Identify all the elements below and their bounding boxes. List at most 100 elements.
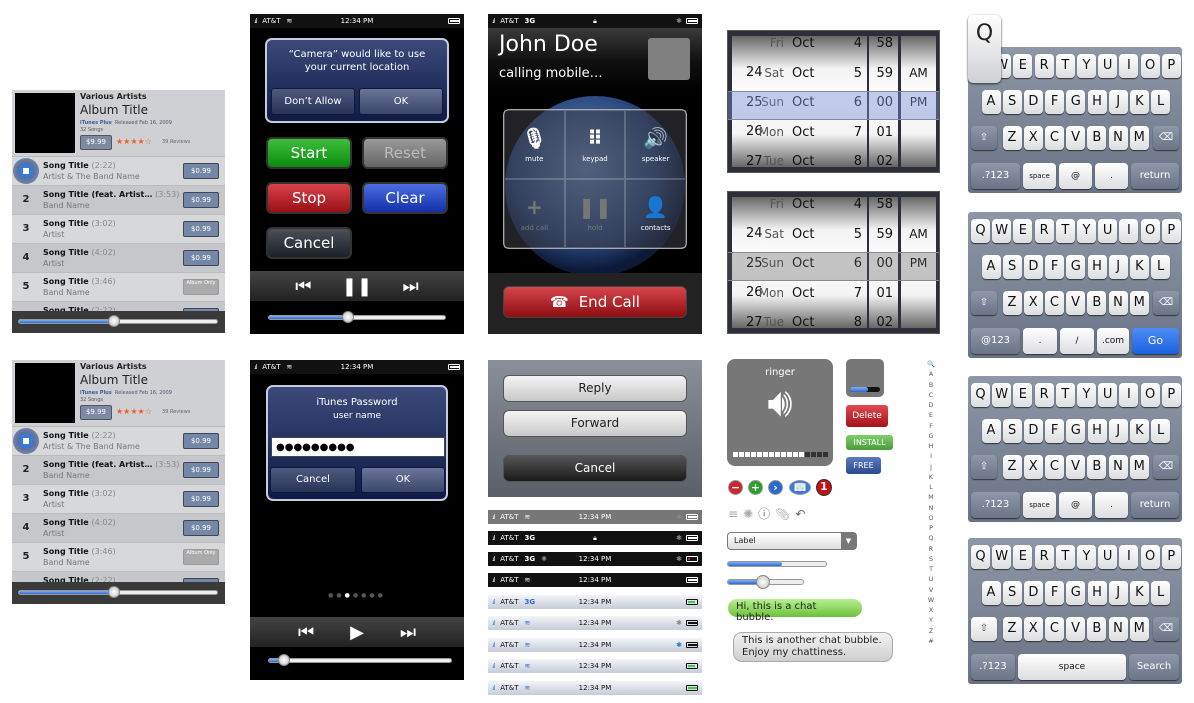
- key-123[interactable]: @123: [971, 328, 1020, 354]
- key-c[interactable]: C: [1044, 126, 1064, 150]
- key-m[interactable]: M: [1129, 617, 1149, 641]
- stop-preview-icon[interactable]: [13, 428, 39, 454]
- key-Search[interactable]: Search: [1129, 654, 1179, 680]
- key-[interactable]: @: [1059, 163, 1092, 189]
- delete-key[interactable]: ⌫: [1153, 455, 1179, 479]
- key-123[interactable]: .?123: [971, 654, 1015, 680]
- key-b[interactable]: B: [1087, 617, 1107, 641]
- key-u[interactable]: U: [1098, 219, 1118, 243]
- key-d[interactable]: D: [1023, 419, 1043, 443]
- label-dropdown[interactable]: Label ▼: [727, 532, 857, 550]
- key-h[interactable]: H: [1087, 90, 1107, 114]
- key-k[interactable]: K: [1129, 581, 1149, 605]
- buy-track-button[interactable]: $0.99: [183, 163, 219, 179]
- key-b[interactable]: B: [1087, 126, 1107, 150]
- scrubber-slider[interactable]: [18, 586, 218, 598]
- key-f[interactable]: F: [1045, 255, 1065, 279]
- track-row[interactable]: 5 Song Title (3:46) Band Name Album Only: [12, 542, 225, 571]
- key-p[interactable]: P: [1161, 54, 1181, 78]
- key-p[interactable]: P: [1161, 219, 1181, 243]
- key-u[interactable]: U: [1098, 383, 1118, 407]
- key-j[interactable]: J: [1108, 581, 1128, 605]
- key-l[interactable]: L: [1151, 581, 1171, 605]
- forward-button[interactable]: Forward: [503, 410, 687, 437]
- ok-button[interactable]: OK: [359, 88, 443, 115]
- key-t[interactable]: T: [1055, 54, 1075, 78]
- book-icon[interactable]: 📖︎: [789, 480, 811, 495]
- key-y[interactable]: Y: [1077, 54, 1096, 78]
- key-w[interactable]: W: [992, 545, 1012, 569]
- key-[interactable]: .: [1095, 163, 1128, 189]
- key-o[interactable]: O: [1140, 219, 1160, 243]
- key-[interactable]: /: [1060, 328, 1094, 354]
- page-indicator[interactable]: ●●●●●●●: [250, 592, 464, 599]
- call-button-add-call[interactable]: + add call: [504, 179, 565, 248]
- key-m[interactable]: M: [1129, 291, 1149, 315]
- remove-icon[interactable]: −: [728, 480, 743, 495]
- playback-slider[interactable]: [268, 654, 452, 666]
- key-i[interactable]: I: [1119, 383, 1139, 407]
- key-z[interactable]: Z: [1002, 126, 1022, 150]
- track-row[interactable]: 3 Song Title (3:02) Artist $0.99: [12, 214, 225, 243]
- buy-track-button[interactable]: $0.99: [183, 491, 219, 507]
- buy-track-button[interactable]: $0.99: [183, 250, 219, 266]
- key-return[interactable]: return: [1131, 163, 1179, 189]
- key-a[interactable]: A: [981, 255, 1001, 279]
- key-space[interactable]: space: [1023, 492, 1056, 518]
- key-r[interactable]: R: [1034, 54, 1054, 78]
- key-o[interactable]: O: [1140, 383, 1160, 407]
- key-c[interactable]: C: [1044, 291, 1064, 315]
- buy-track-button[interactable]: $0.99: [183, 192, 219, 208]
- next-track-button[interactable]: ⏭: [400, 622, 416, 643]
- key-com[interactable]: .com: [1097, 328, 1129, 354]
- key-e[interactable]: E: [1013, 545, 1033, 569]
- album-price-button[interactable]: $9.99: [80, 405, 112, 420]
- key-w[interactable]: W: [992, 383, 1012, 407]
- track-row[interactable]: 2 Song Title (feat. Artist… (3:53) Band Na…: [12, 455, 225, 484]
- key-a[interactable]: A: [981, 419, 1001, 443]
- buy-track-button[interactable]: Album Only: [183, 549, 219, 565]
- key-k[interactable]: K: [1129, 255, 1149, 279]
- key-x[interactable]: X: [1023, 126, 1043, 150]
- key-s[interactable]: S: [1002, 255, 1022, 279]
- playback-slider[interactable]: [268, 311, 446, 323]
- key-g[interactable]: G: [1066, 419, 1086, 443]
- key-n[interactable]: N: [1108, 455, 1128, 479]
- key-f[interactable]: F: [1045, 419, 1065, 443]
- key-Go[interactable]: Go: [1132, 328, 1179, 354]
- start-button[interactable]: Start: [266, 137, 352, 169]
- key-v[interactable]: V: [1066, 455, 1086, 479]
- call-button-keypad[interactable]: ⠿ keypad: [564, 110, 626, 179]
- key-k[interactable]: K: [1129, 90, 1149, 114]
- info-icon[interactable]: ⓘ: [758, 507, 775, 521]
- call-button-mute[interactable]: 🎙 mute: [504, 110, 565, 179]
- cancel-button[interactable]: Cancel: [270, 467, 356, 493]
- grabber-icon[interactable]: ≡: [728, 507, 743, 521]
- key-c[interactable]: C: [1044, 617, 1064, 641]
- key-a[interactable]: A: [981, 90, 1001, 114]
- delete-key[interactable]: ⌫: [1153, 291, 1179, 315]
- call-button-speaker[interactable]: 🔊 speaker: [625, 110, 686, 179]
- slider-knob[interactable]: [277, 654, 290, 666]
- date-time-picker[interactable]: Fri Oct 24 Sat Oct 25 Sun Oct 26 Mon Oct 27 Tue O…: [727, 30, 940, 173]
- key-r[interactable]: R: [1034, 545, 1054, 569]
- key-y[interactable]: Y: [1077, 219, 1096, 243]
- end-call-button[interactable]: ☎ End Call: [503, 286, 687, 318]
- track-row[interactable]: 3 Song Title (3:02) Artist $0.99: [12, 484, 225, 513]
- scrubber-knob[interactable]: [108, 586, 121, 598]
- key-h[interactable]: H: [1087, 581, 1107, 605]
- cancel-button[interactable]: Cancel: [266, 227, 352, 259]
- key-z[interactable]: Z: [1002, 291, 1022, 315]
- ok-button[interactable]: OK: [361, 467, 445, 493]
- key-h[interactable]: H: [1087, 419, 1107, 443]
- slider-knob[interactable]: [342, 311, 355, 323]
- key-s[interactable]: S: [1002, 90, 1022, 114]
- key-g[interactable]: G: [1066, 581, 1086, 605]
- buy-track-button[interactable]: Album Only: [183, 279, 219, 295]
- key-y[interactable]: Y: [1077, 383, 1096, 407]
- key-123[interactable]: .?123: [971, 492, 1020, 518]
- free-button[interactable]: FREE: [846, 457, 881, 474]
- buy-track-button[interactable]: $0.99: [183, 520, 219, 536]
- key-u[interactable]: U: [1098, 545, 1118, 569]
- add-icon[interactable]: +: [748, 480, 763, 495]
